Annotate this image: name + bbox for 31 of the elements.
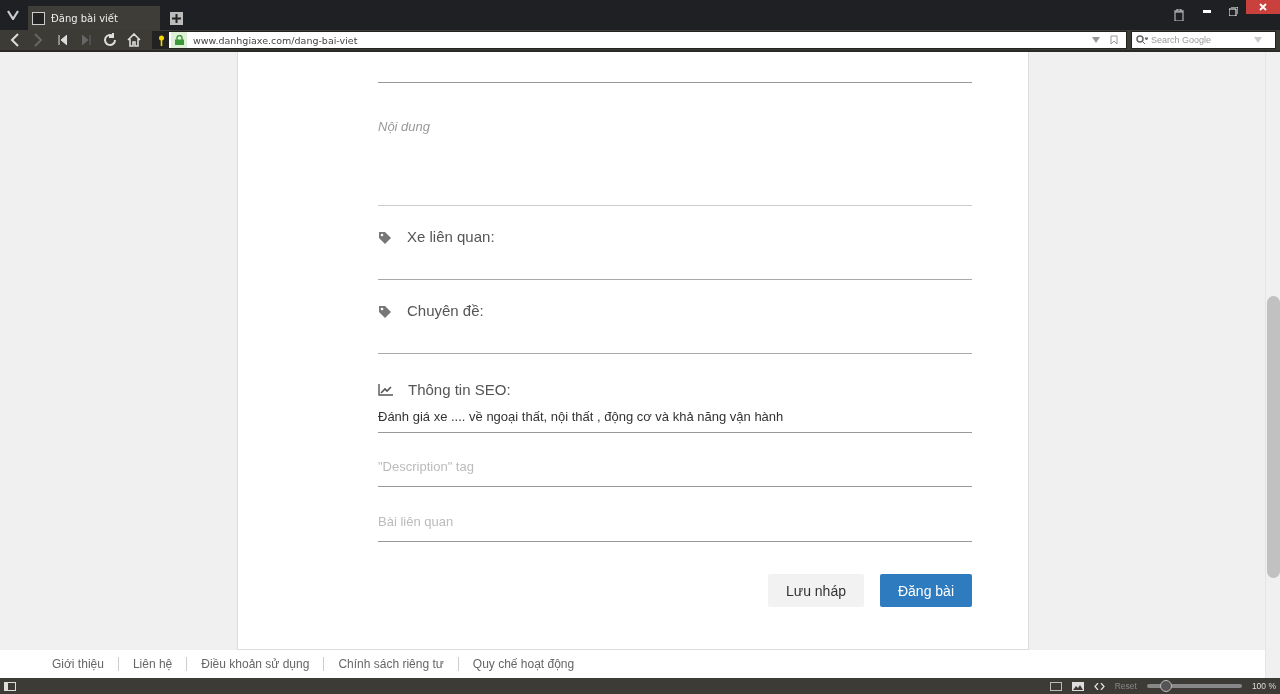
field-label: Chuyên đề: [407,302,484,319]
code-icon[interactable] [1093,682,1105,690]
reset-button[interactable]: Reset [1114,681,1137,691]
footer-link[interactable]: Quy chế hoạt động [457,657,589,671]
panel-toggle-icon[interactable] [4,681,16,691]
tab-title: Đăng bài viết [51,12,118,24]
site-favicon-icon [32,11,45,25]
dropdown-arrow-icon[interactable] [1092,37,1100,43]
footer-link[interactable]: Điều khoản sử dụng [186,657,324,671]
scrollbar-thumb[interactable] [1267,296,1280,578]
section-label: Thông tin SEO: [408,381,511,398]
new-tab-icon[interactable] [170,12,183,25]
footer-link[interactable]: Chính sách riêng tư [323,657,458,671]
image-icon[interactable] [1071,681,1084,691]
browser-tab[interactable]: Đăng bài viết [28,6,160,30]
search-box[interactable]: Search Google [1131,31,1276,49]
key-icon[interactable] [153,32,169,48]
window-icon[interactable] [1049,681,1062,691]
bookmark-icon[interactable] [1110,35,1118,45]
save-draft-button[interactable]: Lưu nháp [767,574,864,607]
footer-link[interactable]: Giới thiệu [38,657,118,671]
publish-button[interactable]: Đăng bài [879,574,972,607]
line-chart-icon [378,383,393,396]
footer-link[interactable]: Liên hệ [117,657,187,671]
search-icon [1136,35,1148,45]
close-icon[interactable] [1246,0,1280,14]
tag-icon [378,305,392,319]
browser-logo-icon[interactable] [7,10,19,20]
field-label: Xe liên quan: [407,228,495,245]
tag-icon [378,231,392,245]
zoom-reading: 100 % [1251,681,1276,691]
